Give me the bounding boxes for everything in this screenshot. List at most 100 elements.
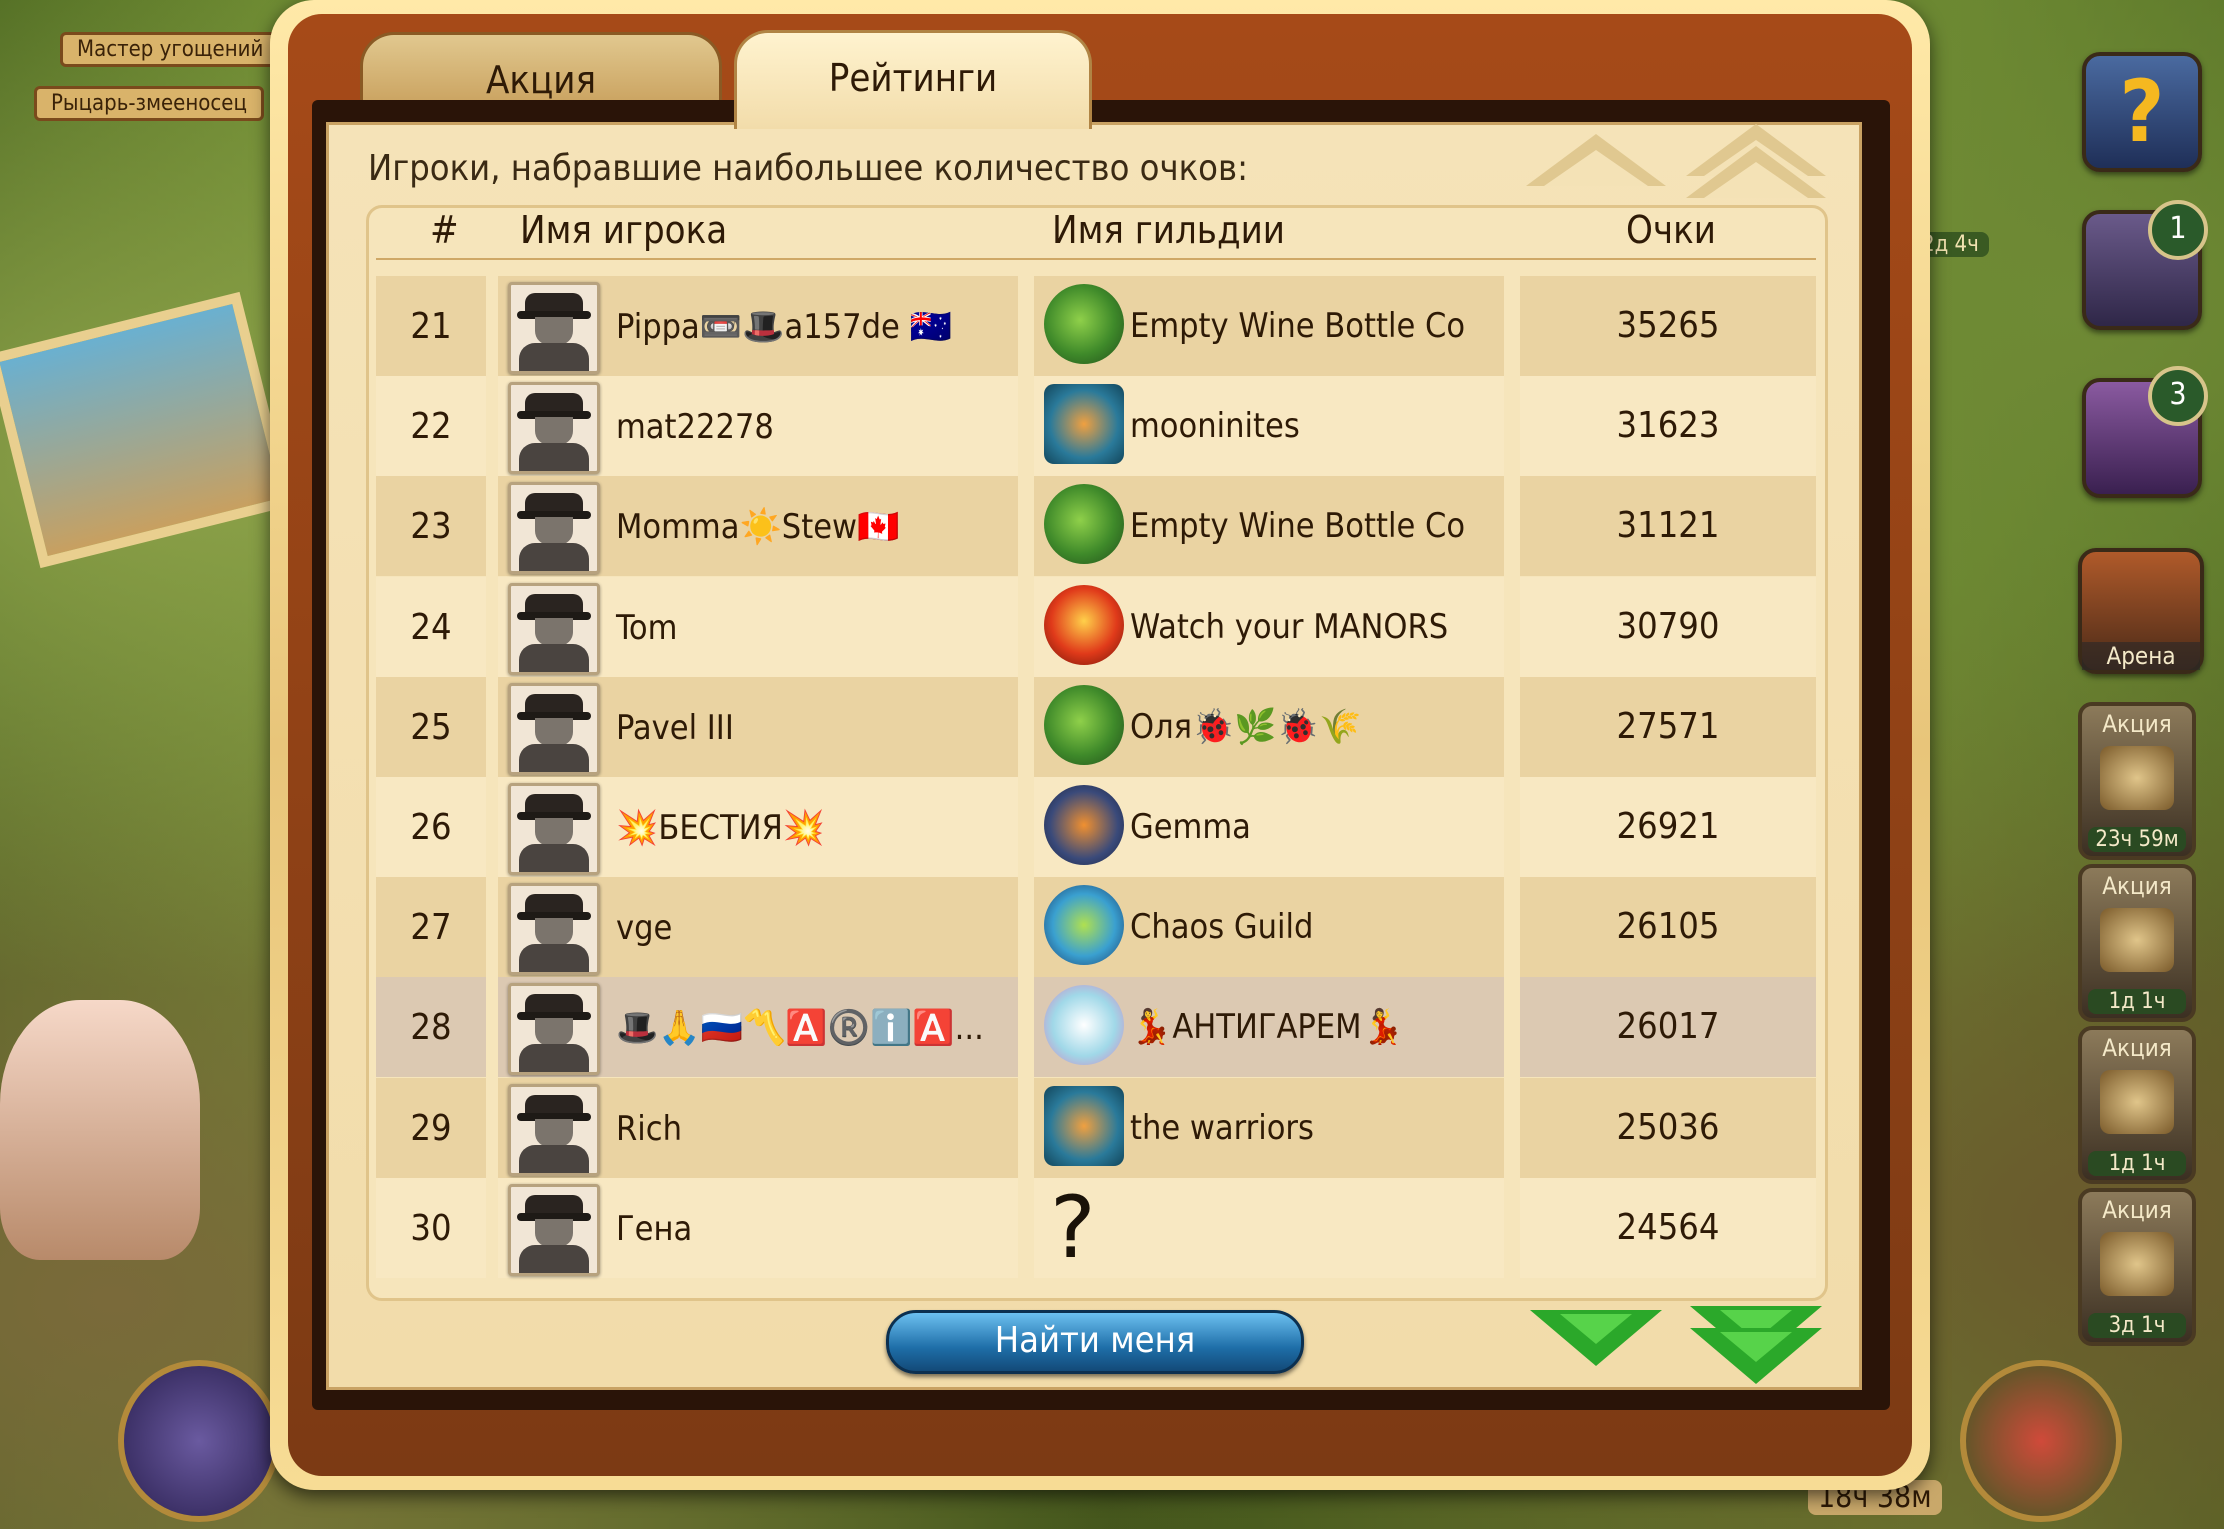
side-label-treats-master[interactable]: Мастер угощений [60,32,281,67]
rank-value: 24 [410,606,452,648]
player-name[interactable]: Pavel III [616,677,734,779]
page-first-icon[interactable] [1686,124,1826,200]
player-avatar[interactable] [508,282,600,374]
fire-guild-icon[interactable] [1044,584,1124,665]
score-value: 25036 [1616,1106,1720,1148]
tab-ratings[interactable]: Рейтинги [734,30,1092,129]
player-avatar[interactable] [508,382,600,475]
score-value: 26105 [1616,906,1720,948]
player-name[interactable]: Tom [616,577,677,679]
player-avatar[interactable] [508,1183,600,1276]
help-icon[interactable]: ? [2082,52,2202,172]
guild-name[interactable]: Оля🐞🌿🐞🌾 [1130,677,1361,777]
page-up-icon[interactable] [1526,130,1666,190]
table-row[interactable]: 27 vge Chaos Guild 26105 [376,877,1816,979]
table-row[interactable]: 24 Tom Watch your MANORS 30790 [376,576,1816,679]
player-name[interactable]: vge [616,877,672,979]
guild-name[interactable]: Gemma [1130,777,1251,877]
inventory-suitcase-button[interactable] [118,1360,280,1522]
find-me-button[interactable]: Найти меня [886,1310,1304,1374]
score-value: 26017 [1616,1006,1720,1048]
player-name[interactable]: Rich [616,1078,682,1180]
player-name[interactable]: Pippa📼🎩a157de 🇦🇺 [616,276,952,378]
promo-card-2[interactable]: Акция 1д 1ч [2078,864,2196,1022]
table-row[interactable]: 21 Pippa📼🎩a157de 🇦🇺 Empty Wine Bottle Co 35… [376,276,1816,376]
arena-label: Арена [2082,642,2200,670]
guild-name[interactable]: 💃АНТИГАРЕМ💃 [1130,977,1404,1077]
rank-value: 26 [410,807,452,848]
table-row[interactable]: 26 💥БЕСТИЯ💥 Gemma 26921 [376,777,1816,877]
promo-title: Акция [2102,1196,2172,1224]
player-avatar[interactable] [508,783,600,875]
score-value: 24564 [1616,1206,1720,1248]
promo-timer: 1д 1ч [2088,1151,2186,1176]
rank-value: 28 [410,1007,452,1049]
guild-name[interactable]: Watch your MANORS [1130,577,1448,677]
potion-button[interactable] [1960,1360,2122,1522]
side-label-serpent-knight[interactable]: Рыцарь-змееносец [34,86,264,121]
table-row[interactable]: 29 Rich the warriors 25036 [376,1077,1816,1180]
player-name[interactable]: mat22278 [616,376,774,478]
fox-guild-icon[interactable] [1044,1085,1124,1166]
guild-name[interactable]: mooninites [1130,376,1300,476]
rank-value: 29 [410,1107,452,1149]
rank-value: 21 [410,306,452,347]
player-avatar[interactable] [508,482,600,575]
guild-name[interactable]: Chaos Guild [1130,877,1313,977]
player-name[interactable]: 🎩🙏🇷🇺〽️🅰️®️ℹ️🅰️... [616,977,984,1079]
help-question-mark: ? [2119,62,2165,162]
player-avatar[interactable] [508,883,600,976]
ratings-subtitle: Игроки, набравшие наибольшее количество … [368,148,1248,189]
arena-icon[interactable]: Арена [2078,548,2204,674]
unicorn-guild-icon[interactable] [1044,985,1124,1066]
table-row[interactable]: 28 🎩🙏🇷🇺〽️🅰️®️ℹ️🅰️... 💃АНТИГАРЕМ💃 26017 [376,977,1816,1079]
promo-timer: 23ч 59м [2088,827,2186,852]
table-row[interactable]: 30 Гена? 24564 [376,1177,1816,1280]
turtle-guild-icon[interactable] [1044,284,1124,364]
promo-card-1[interactable]: Акция 23ч 59м [2078,702,2196,860]
guild-name[interactable]: Empty Wine Bottle Co [1130,476,1465,576]
gramophone-badge: 3 [2148,366,2208,426]
player-avatar[interactable] [508,1083,600,1176]
page-down-icon[interactable] [1526,1310,1666,1376]
promo-title: Акция [2102,710,2172,738]
promo-image [2100,908,2174,972]
player-avatar[interactable] [508,682,600,775]
promo-title: Акция [2102,1034,2172,1062]
promo-title: Акция [2102,872,2172,900]
score-value: 30790 [1616,605,1720,647]
player-avatar[interactable] [508,983,600,1076]
rank-value: 25 [410,706,452,748]
col-header-player: Имя игрока [520,208,728,252]
promo-card-4[interactable]: Акция 3д 1ч [2078,1188,2196,1346]
score-value: 35265 [1616,305,1720,346]
player-name[interactable]: Гена [616,1178,692,1280]
tiger-guild-icon[interactable] [1044,785,1124,865]
rank-value: 30 [410,1207,452,1249]
table-row[interactable]: 23 Momma☀️Stew🇨🇦 Empty Wine Bottle Co 31121 [376,476,1816,578]
promo-timer: 1д 1ч [2088,989,2186,1014]
col-header-guild: Имя гильдии [1052,208,1286,252]
promo-image [2100,1232,2174,1296]
promo-image [2100,746,2174,810]
wedding-cake[interactable] [0,1000,200,1260]
fox-guild-icon[interactable] [1044,384,1124,465]
turtle-guild-icon[interactable] [1044,684,1124,765]
player-name[interactable]: 💥БЕСТИЯ💥 [616,777,825,879]
turtle-guild-icon[interactable] [1044,484,1124,565]
table-row[interactable]: 22 mat22278 mooninites 31623 [376,376,1816,478]
unknown-guild-icon: ? [1050,1177,1096,1278]
butterfly-guild-icon[interactable] [1044,885,1124,966]
player-avatar[interactable] [508,582,600,675]
page-last-icon[interactable] [1686,1306,1826,1386]
rank-value: 23 [410,506,452,548]
promo-card-3[interactable]: Акция 1д 1ч [2078,1026,2196,1184]
guild-name[interactable]: Empty Wine Bottle Co [1130,276,1465,376]
guild-name[interactable]: the warriors [1130,1078,1314,1178]
header-divider [376,258,1816,260]
table-row[interactable]: 25 Pavel III Оля🐞🌿🐞🌾 27571 [376,676,1816,779]
col-header-score: Очки [1626,208,1716,252]
promo-image [2100,1070,2174,1134]
player-name[interactable]: Momma☀️Stew🇨🇦 [616,476,899,578]
score-value: 26921 [1616,806,1720,847]
